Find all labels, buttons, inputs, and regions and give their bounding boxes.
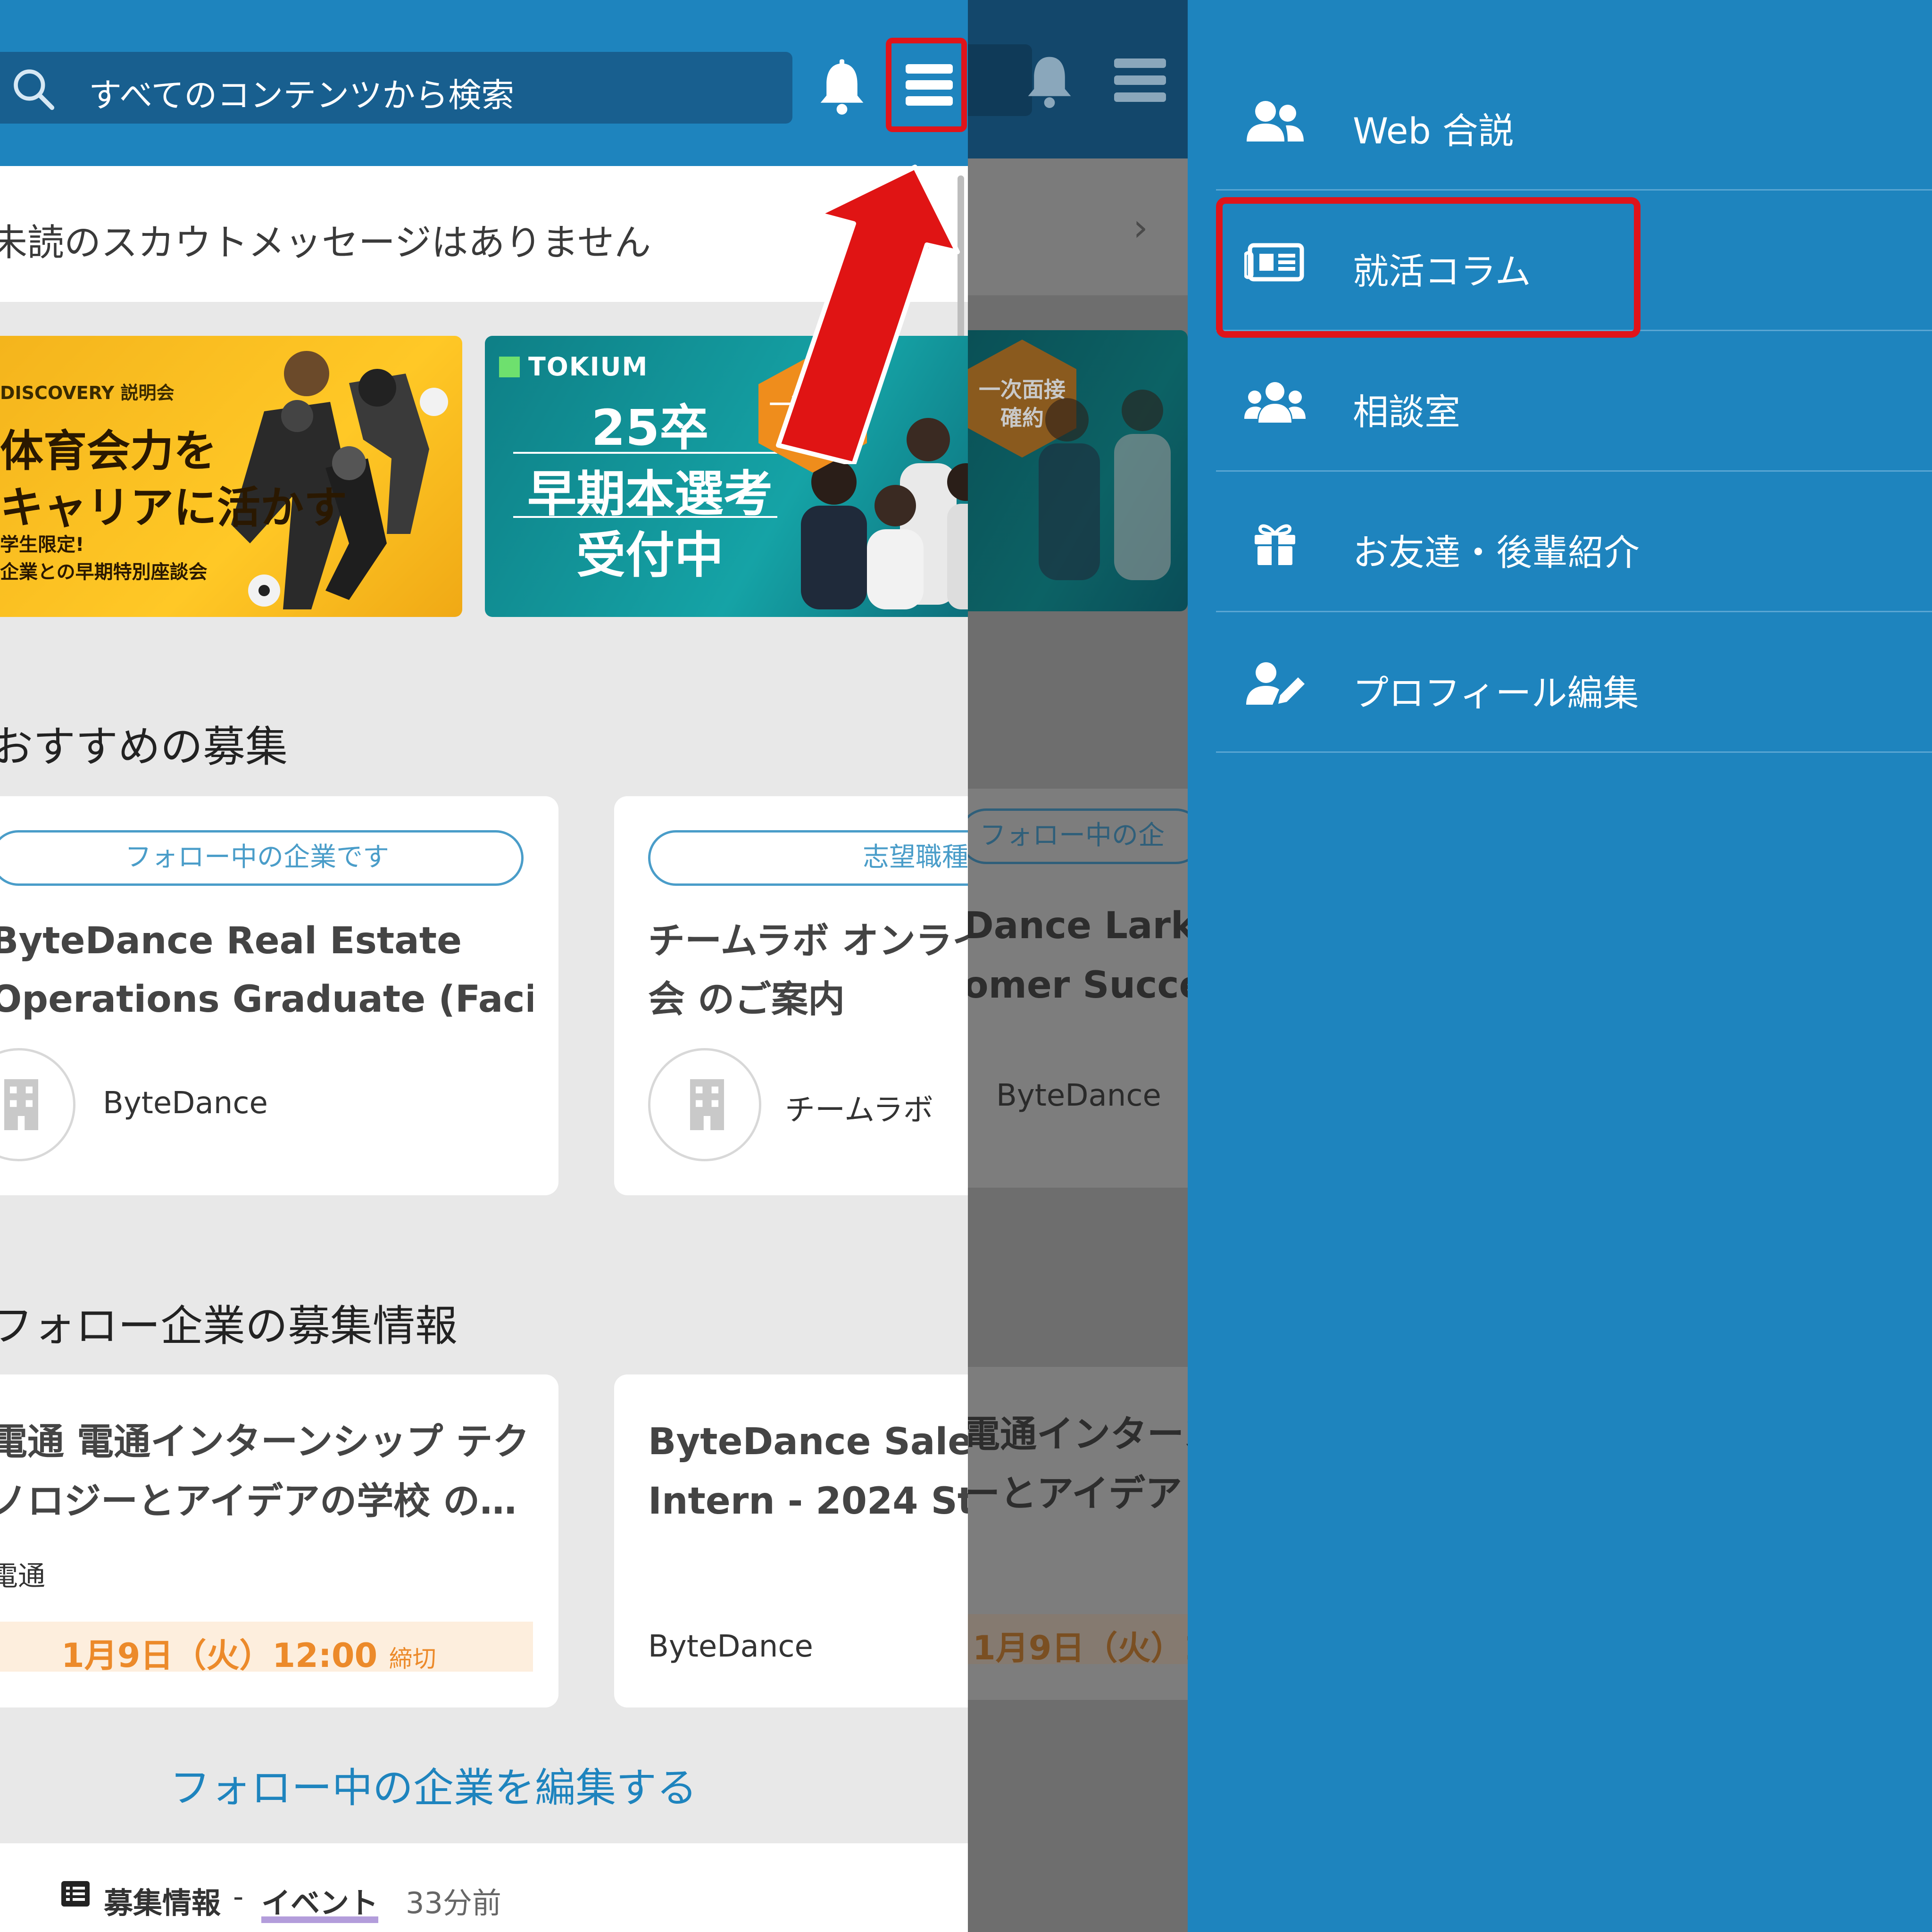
menu-item-profile-edit[interactable]: プロフィール編集: [1216, 612, 1932, 753]
app-screen: すべてのコンテンツから検索 未読のスカウトメッセージはありません ›: [0, 0, 968, 1932]
feed-item[interactable]: 募集情報 - イベント 33分前: [0, 1843, 968, 1932]
side-drawer-menu: Web 合説 就活コラム 相談室 お友達・後輩紹介 プロフィール編集: [1188, 0, 1932, 1932]
company-logo: [0, 1048, 75, 1161]
hamburger-menu-button[interactable]: [886, 38, 967, 132]
company-logo: [648, 1048, 761, 1161]
job-card[interactable]: フォロー中の企業です ByteDance Real Estate Operati…: [0, 796, 558, 1195]
gift-icon: [1255, 524, 1295, 565]
follow-job-card[interactable]: ByteDance Sales Intern - 2024 Sta ByteDa…: [614, 1374, 968, 1707]
deadline-badge: 1月9日（火）12:00 締切: [0, 1622, 533, 1675]
building-icon: [690, 1079, 724, 1130]
dimmed-overlay[interactable]: › 一次面接 確約 フォロー中の企 Dance Lark J omer Succ…: [968, 0, 1188, 1932]
menu-icon: [906, 64, 953, 74]
menu-item-web-seminar[interactable]: Web 合説: [1216, 50, 1932, 191]
chevron-right-icon: ›: [1133, 206, 1148, 250]
users-icon: [1247, 101, 1304, 142]
job-card[interactable]: 志望職種に チームラボ オンライ 会 のご案内 チームラボ: [614, 796, 968, 1195]
bell-icon[interactable]: [812, 58, 872, 117]
red-arrow-annotation: [776, 165, 960, 464]
search-placeholder: すべてのコンテンツから検索: [89, 76, 515, 115]
tokium-logo: TOKIUM: [499, 352, 648, 382]
timestamp: 33分前: [406, 1886, 501, 1920]
search-icon: [14, 69, 55, 110]
edit-followed-companies-link[interactable]: フォロー中の企業を編集する: [170, 1755, 697, 1814]
event-tag-link[interactable]: イベント: [261, 1879, 378, 1922]
follow-job-card[interactable]: 電通 電通インターンシップ テク ノロジーとアイデアの学校 の… 電通 1月9日…: [0, 1374, 558, 1707]
newspaper-icon: [1244, 243, 1304, 282]
banner-discovery[interactable]: DISCOVERY 説明会 体育会力を キャリアに活かす 学生限定! 企業との早…: [0, 336, 462, 617]
follow-tag: フォロー中の企業です: [0, 830, 524, 886]
building-icon: [4, 1079, 38, 1130]
menu-item-friend-referral[interactable]: お友達・後輩紹介: [1216, 472, 1932, 612]
user-edit-icon: [1246, 662, 1305, 705]
header-bar: すべてのコンテンツから検索: [0, 0, 968, 166]
people-image: [1039, 390, 1171, 580]
group-icon: [1244, 382, 1306, 423]
bell-icon: [1028, 57, 1071, 108]
list-icon: [61, 1881, 90, 1907]
search-input[interactable]: すべてのコンテンツから検索: [0, 52, 792, 124]
menu-item-consultation-room[interactable]: 相談室: [1216, 331, 1932, 472]
section-title-recommended: おすすめの募集: [0, 722, 288, 772]
scout-message-text: 未読のスカウトメッセージはありません: [0, 222, 651, 264]
section-title-follow: フォロー企業の募集情報: [0, 1301, 458, 1351]
desired-job-tag: 志望職種に: [648, 830, 968, 886]
menu-item-job-column[interactable]: 就活コラム: [1216, 191, 1932, 338]
